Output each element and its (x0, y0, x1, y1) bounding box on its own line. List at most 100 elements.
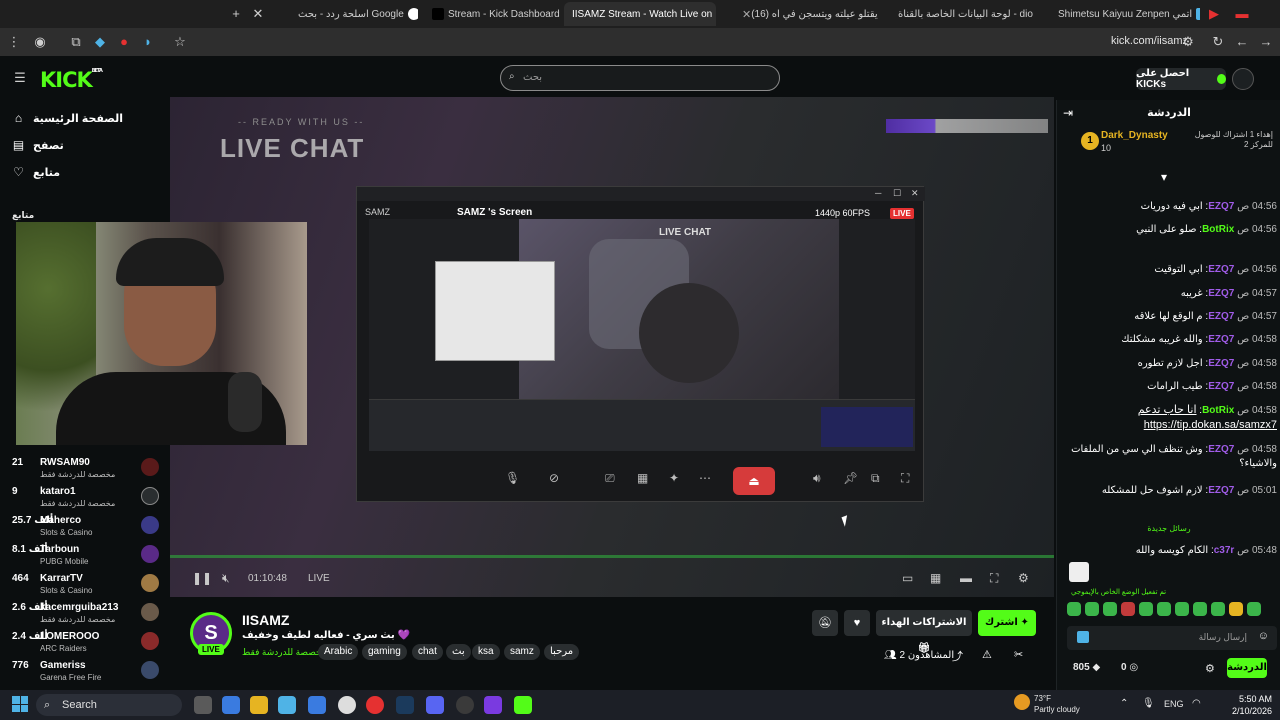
emote-icon[interactable] (1175, 602, 1189, 616)
chrome-icon[interactable] (366, 696, 384, 714)
fullscreen-icon[interactable]: ⛶ (990, 571, 998, 586)
copilot-icon[interactable] (222, 696, 240, 714)
pin-icon[interactable]: 📌︎ (843, 471, 858, 485)
tag[interactable]: مرحبا (544, 644, 580, 660)
message-user[interactable]: EZQ7 (1208, 201, 1234, 212)
notifications-off-button[interactable]: 🔕︎ (812, 610, 838, 636)
outlook-icon[interactable] (308, 696, 326, 714)
stream-category[interactable]: مخصصة للدردشة فقط (242, 647, 327, 658)
volume-icon[interactable]: 🔊︎ (813, 471, 821, 486)
extensions-icon[interactable]: ⧉ (68, 34, 84, 50)
settings-app-icon[interactable] (338, 696, 356, 714)
message-user[interactable]: EZQ7 (1208, 334, 1234, 345)
site-settings-icon[interactable]: ⚙ (1180, 34, 1196, 50)
end-call-button[interactable]: ⏏ (733, 467, 775, 495)
extension-icon[interactable]: ◆ (92, 34, 108, 50)
emote-icon[interactable] (1157, 602, 1171, 616)
steam-icon[interactable] (396, 696, 414, 714)
clip-icon[interactable]: ▦ (930, 571, 941, 585)
follow-button[interactable]: ♥ (844, 610, 870, 636)
extension-icon[interactable]: ● (116, 34, 132, 50)
sidebar-channel[interactable]: 8.1 ألف Tarboun PUBG Mobile (12, 542, 162, 570)
menu-dots-icon[interactable]: ⋮ (6, 34, 22, 50)
progress-bar[interactable] (170, 555, 1054, 558)
nav-following[interactable]: ♡ متابع (12, 166, 60, 180)
emote-icon[interactable] (1139, 602, 1153, 616)
tab-kick-dashboard[interactable]: Stream - Kick Dashboard (420, 2, 560, 26)
close-icon[interactable]: ✕ (250, 6, 266, 22)
theater-icon[interactable]: ▬ (960, 571, 972, 585)
store-icon[interactable] (278, 696, 296, 714)
forward-icon[interactable]: → (1258, 34, 1274, 50)
tag[interactable]: gaming (362, 644, 407, 660)
report-icon[interactable]: ⚠ (982, 648, 992, 661)
gear-icon[interactable]: ⚙ (1018, 571, 1029, 585)
tag[interactable]: samz (504, 644, 540, 660)
kick-logo[interactable]: KICKBETA (40, 68, 103, 92)
emote-icon[interactable] (1211, 602, 1225, 616)
microphone-icon[interactable]: 🎙︎ (505, 471, 520, 485)
reload-icon[interactable]: ↻ (1210, 34, 1226, 50)
emote-icon[interactable] (1085, 602, 1099, 616)
chat-send-button[interactable]: الدردشة (1227, 658, 1267, 678)
tag[interactable]: Arabic (318, 644, 359, 660)
tab-youtube-studio[interactable]: لوحة البيانات الخاصة بالقناة - dio ✕ (890, 2, 1040, 26)
subscribe-button[interactable]: اشترك ✦ (978, 610, 1036, 636)
url-field[interactable]: kick.com/iisamz (1111, 35, 1188, 47)
star-icon[interactable]: ☆ (172, 34, 188, 50)
emote-icon[interactable] (1229, 602, 1243, 616)
mute-icon[interactable]: 🔇︎ (222, 571, 230, 586)
more-icon[interactable]: ⋯ (699, 471, 711, 485)
message-user[interactable]: EZQ7 (1208, 381, 1234, 392)
microphone-icon[interactable]: 🎙︎ (1142, 698, 1155, 709)
get-kicks-button[interactable]: احصل على KICKs (1136, 68, 1226, 90)
sidebar-channel[interactable]: 2.6 ألف kacemrguiba213 مخصصة للدردشة فقط (12, 600, 162, 628)
file-explorer-icon[interactable] (250, 696, 268, 714)
tag[interactable]: ksa (472, 644, 500, 660)
extension-icon[interactable]: ◉ (32, 34, 48, 50)
tab-anime[interactable]: Shimetsu Kaiyuu Zenpen اتمي (1050, 2, 1200, 26)
grid-icon[interactable]: ▦ (637, 471, 648, 485)
points-balance[interactable]: 0 ◎ (1121, 662, 1138, 673)
message-user[interactable]: EZQ7 (1208, 288, 1234, 299)
tab-youtube-video[interactable]: ✕ (16) يقتلو عيلته ويتسجن في اه (728, 2, 878, 26)
discord-icon[interactable] (426, 696, 444, 714)
windows-start-icon[interactable] (12, 696, 28, 712)
message-user[interactable]: EZQ7 (1208, 358, 1234, 369)
fullscreen-icon[interactable]: ⛶ (901, 471, 909, 486)
task-view-icon[interactable] (194, 696, 212, 714)
message-user[interactable]: EZQ7 (1208, 444, 1234, 455)
message-user[interactable]: EZQ7 (1208, 311, 1234, 322)
emote-icon[interactable] (1247, 602, 1261, 616)
popout-icon[interactable]: ⧉ (871, 471, 880, 486)
clip-icon[interactable]: ✂ (1014, 648, 1023, 661)
obs-icon[interactable] (456, 696, 474, 714)
youtube-icon[interactable]: ▶ (1206, 6, 1222, 22)
effects-icon[interactable]: ✦ (669, 471, 679, 485)
tag[interactable]: بث (446, 644, 471, 660)
tag[interactable]: chat (412, 644, 443, 660)
new-tab-icon[interactable]: + (228, 6, 244, 22)
kicks-balance[interactable]: 805 ◆ (1073, 662, 1100, 673)
share-icon[interactable]: ⤴ (952, 648, 963, 664)
close-icon[interactable]: ✕ (1039, 8, 1040, 21)
emote-icon[interactable] (1103, 602, 1117, 616)
kick-app-icon[interactable] (514, 696, 532, 714)
clock[interactable]: 5:50 AM 2/10/2026 (1232, 693, 1272, 717)
gift-subs-button[interactable]: الاشتراكات الهداء 🎁︎ (876, 610, 972, 654)
extension-icon[interactable]: ◗ (140, 34, 156, 50)
sidebar-channel[interactable]: 776 Gameriss Garena Free Fire (12, 658, 162, 686)
search-input[interactable]: ⌕ بحث (500, 65, 780, 91)
emote-icon[interactable] (1121, 602, 1135, 616)
emote-icon[interactable] (1067, 602, 1081, 616)
close-icon[interactable]: ✕ (742, 8, 751, 21)
screen-share-icon[interactable]: ⎚ (605, 471, 615, 486)
message-user[interactable]: c37r (1214, 545, 1235, 556)
game-launcher-icon[interactable] (484, 696, 502, 714)
minimize-icon[interactable]: ─ (875, 188, 881, 198)
sidebar-channel[interactable]: 9 kataro1 مخصصة للدردشة فقط (12, 484, 162, 512)
filter-icon[interactable]: ▾ (1161, 170, 1167, 184)
channel-name[interactable]: IISAMZ (242, 612, 289, 628)
message-user[interactable]: EZQ7 (1208, 485, 1234, 496)
bookmark-icon[interactable]: ▬ (1234, 6, 1250, 22)
